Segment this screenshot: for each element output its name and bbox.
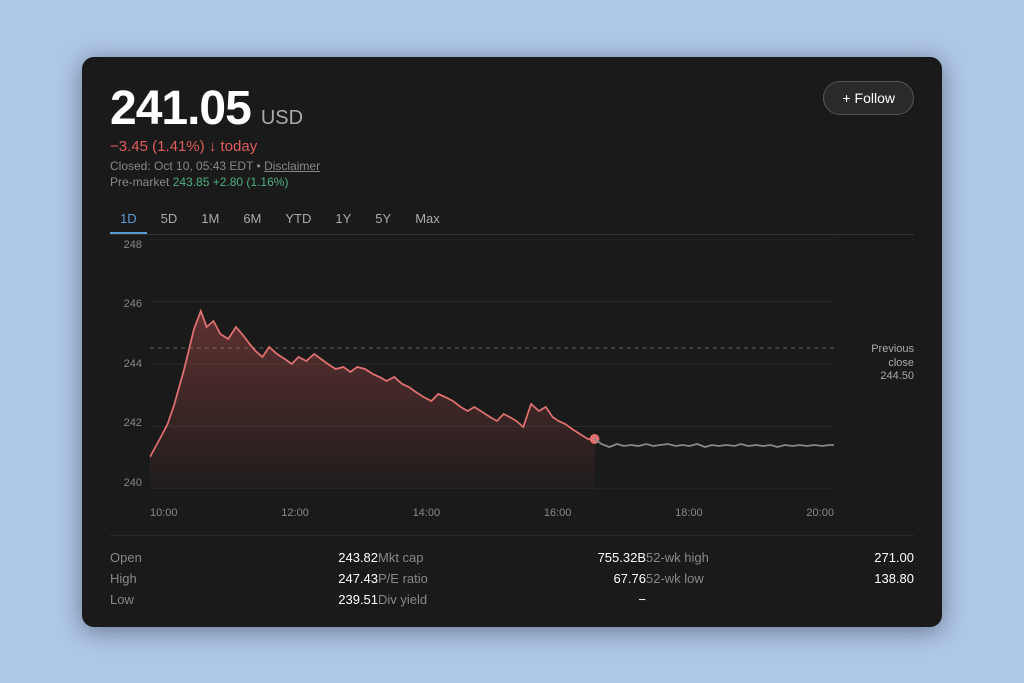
closed-info: Closed: Oct 10, 05:43 EDT • Disclaimer [110, 159, 320, 173]
prev-close-label: Previousclose 244.50 [838, 342, 914, 383]
tab-max[interactable]: Max [405, 205, 450, 234]
price-main: 241.05 USD [110, 81, 320, 136]
tab-1d[interactable]: 1D [110, 205, 147, 234]
52lo-label: 52-wk low [646, 571, 704, 586]
stats-row: Open 243.82 High 247.43 Low 239.51 Mkt c… [110, 535, 914, 607]
52hi-label: 52-wk high [646, 550, 709, 565]
x-label-1600: 16:00 [544, 507, 572, 519]
stat-col-1: Open 243.82 High 247.43 Low 239.51 [110, 550, 378, 607]
prev-close-text: Previousclose [871, 342, 914, 371]
stat-div: Div yield − [378, 592, 646, 607]
52hi-value: 271.00 [874, 550, 914, 565]
stat-col-3: 52-wk high 271.00 52-wk low 138.80 [646, 550, 914, 607]
change-amount: −3.45 (1.41%) [110, 138, 205, 155]
y-axis: 248 246 244 242 240 [110, 239, 146, 489]
change-label: today [221, 138, 258, 155]
stat-col-2: Mkt cap 755.32B P/E ratio 67.76 Div yiel… [378, 550, 646, 607]
tab-5y[interactable]: 5Y [365, 205, 401, 234]
y-label-248: 248 [110, 239, 146, 251]
price-change: −3.45 (1.41%) ↓ today [110, 138, 320, 155]
stat-high: High 247.43 [110, 571, 378, 586]
premarket-info: Pre-market 243.85 +2.80 (1.16%) [110, 175, 320, 189]
stat-52hi: 52-wk high 271.00 [646, 550, 914, 565]
stat-low: Low 239.51 [110, 592, 378, 607]
change-arrow: ↓ [209, 138, 217, 155]
price-currency: USD [261, 107, 303, 130]
low-value: 239.51 [338, 592, 378, 607]
price-value: 241.05 [110, 81, 251, 136]
div-label: Div yield [378, 592, 427, 607]
open-value: 243.82 [338, 550, 378, 565]
high-value: 247.43 [338, 571, 378, 586]
stat-pe: P/E ratio 67.76 [378, 571, 646, 586]
x-label-1800: 18:00 [675, 507, 703, 519]
x-axis: 10:00 12:00 14:00 16:00 18:00 20:00 [150, 507, 834, 519]
low-label: Low [110, 592, 134, 607]
y-label-240: 240 [110, 477, 146, 489]
chart-inner [150, 239, 834, 489]
mktcap-value: 755.32B [598, 550, 646, 565]
chart-area: 248 246 244 242 240 [110, 239, 914, 519]
open-label: Open [110, 550, 142, 565]
x-label-2000: 20:00 [806, 507, 834, 519]
time-tabs: 1D5D1M6MYTD1Y5YMax [110, 205, 914, 235]
tab-5d[interactable]: 5D [151, 205, 188, 234]
pe-value: 67.76 [613, 571, 646, 586]
stat-mktcap: Mkt cap 755.32B [378, 550, 646, 565]
div-value: − [638, 592, 646, 607]
mktcap-label: Mkt cap [378, 550, 424, 565]
closed-text: Closed: Oct 10, 05:43 EDT [110, 159, 253, 173]
high-label: High [110, 571, 137, 586]
x-label-1200: 12:00 [281, 507, 309, 519]
tab-6m[interactable]: 6M [233, 205, 271, 234]
y-label-242: 242 [110, 417, 146, 429]
stock-card: 241.05 USD −3.45 (1.41%) ↓ today Closed:… [82, 57, 942, 627]
prev-close-value: 244.50 [880, 370, 914, 382]
chart-svg [150, 239, 834, 489]
header-row: 241.05 USD −3.45 (1.41%) ↓ today Closed:… [110, 81, 914, 189]
y-label-244: 244 [110, 358, 146, 370]
follow-button[interactable]: + Follow [823, 81, 914, 115]
52lo-value: 138.80 [874, 571, 914, 586]
tab-1m[interactable]: 1M [191, 205, 229, 234]
stat-52lo: 52-wk low 138.80 [646, 571, 914, 586]
tab-1y[interactable]: 1Y [325, 205, 361, 234]
price-section: 241.05 USD −3.45 (1.41%) ↓ today Closed:… [110, 81, 320, 189]
premarket-label: Pre-market [110, 175, 169, 189]
x-label-1000: 10:00 [150, 507, 178, 519]
disclaimer-link[interactable]: Disclaimer [264, 159, 320, 173]
stat-open: Open 243.82 [110, 550, 378, 565]
premarket-value: 243.85 +2.80 (1.16%) [173, 175, 289, 189]
x-label-1400: 14:00 [413, 507, 441, 519]
pe-label: P/E ratio [378, 571, 428, 586]
tab-ytd[interactable]: YTD [275, 205, 321, 234]
y-label-246: 246 [110, 298, 146, 310]
